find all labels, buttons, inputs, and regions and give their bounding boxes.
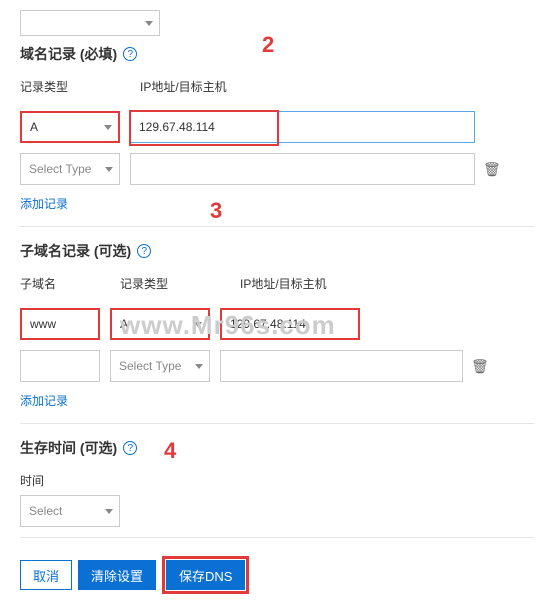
ip-input[interactable]: [220, 350, 463, 382]
subdomain-record-row: Select Type 🗑: [20, 350, 534, 382]
ip-input-value: 129.67.48.114: [139, 120, 215, 134]
ttl-select-value: Select: [29, 504, 62, 518]
record-type-select[interactable]: A: [110, 308, 210, 340]
chevron-down-icon: [195, 364, 203, 369]
clear-button[interactable]: 清除设置: [78, 560, 156, 590]
button-row: 取消 清除设置 保存DNS: [20, 556, 534, 594]
label-record-type: 记录类型: [20, 78, 130, 95]
chevron-down-icon: [104, 125, 112, 130]
record-type-select[interactable]: A: [20, 111, 120, 143]
record-type-select[interactable]: Select Type: [20, 153, 120, 185]
ip-input[interactable]: [130, 153, 475, 185]
section-ttl-label: 生存时间 (可选): [20, 438, 117, 458]
section-subdomain-label: 子域名记录 (可选): [20, 241, 131, 261]
record-type-value: A: [30, 120, 38, 134]
subdomain-record-row: www A 129.67.48.114: [20, 308, 534, 340]
record-type-value: Select Type: [29, 162, 91, 176]
annotation-number: 4: [164, 438, 176, 464]
label-subdomain: 子域名: [20, 275, 110, 292]
annotation-highlight: 保存DNS: [162, 556, 249, 594]
chevron-down-icon: [145, 21, 153, 26]
trash-icon[interactable]: 🗑: [483, 161, 501, 178]
top-select[interactable]: [20, 10, 160, 36]
section-domain-records-title: 域名记录 (必填) ?: [20, 44, 534, 64]
divider: [20, 226, 534, 227]
record-type-select[interactable]: Select Type: [110, 350, 210, 382]
chevron-down-icon: [194, 322, 202, 327]
chevron-down-icon: [105, 509, 113, 514]
subdomain-input[interactable]: www: [20, 308, 100, 340]
help-icon[interactable]: ?: [123, 47, 137, 61]
help-icon[interactable]: ?: [137, 244, 151, 258]
chevron-down-icon: [105, 167, 113, 172]
annotation-number: 3: [210, 198, 222, 224]
save-dns-button[interactable]: 保存DNS: [166, 560, 245, 590]
section-subdomain-title: 子域名记录 (可选) ?: [20, 241, 534, 261]
ip-input[interactable]: 129.67.48.114: [130, 111, 475, 143]
annotation-number: 2: [262, 32, 274, 58]
add-record-link[interactable]: 添加记录: [20, 392, 534, 409]
section-ttl-title: 生存时间 (可选) ?: [20, 438, 534, 458]
subdomain-input[interactable]: [20, 350, 100, 382]
label-time: 时间: [20, 472, 534, 489]
record-type-value: A: [120, 317, 128, 331]
domain-record-row: A 129.67.48.114: [20, 111, 534, 143]
label-ip-target: IP地址/目标主机: [240, 275, 327, 292]
help-icon[interactable]: ?: [123, 441, 137, 455]
domain-record-row: Select Type 🗑: [20, 153, 534, 185]
add-record-link[interactable]: 添加记录: [20, 195, 534, 212]
ip-input[interactable]: 129.67.48.114: [220, 308, 360, 340]
ip-input-value: 129.67.48.114: [230, 317, 306, 331]
record-type-value: Select Type: [119, 359, 181, 373]
cancel-button[interactable]: 取消: [20, 560, 72, 590]
section-domain-records-label: 域名记录 (必填): [20, 44, 117, 64]
trash-icon[interactable]: 🗑: [471, 358, 489, 375]
label-record-type: 记录类型: [120, 275, 230, 292]
label-ip-target: IP地址/目标主机: [140, 78, 227, 95]
divider: [20, 423, 534, 424]
subdomain-input-value: www: [30, 317, 56, 331]
divider: [20, 537, 534, 538]
